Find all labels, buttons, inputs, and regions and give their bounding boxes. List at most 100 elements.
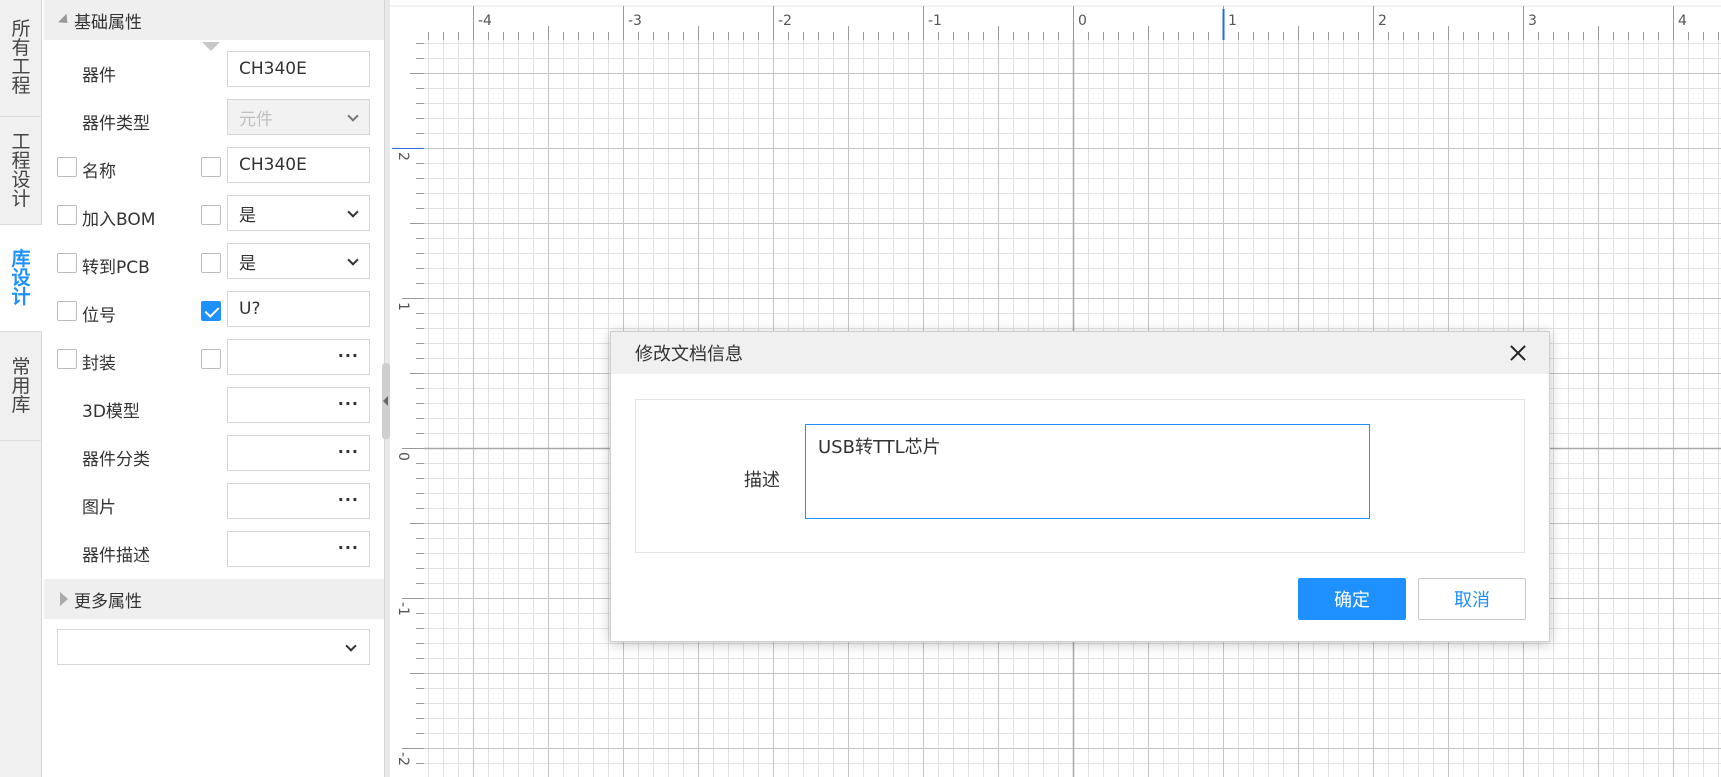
vtab-3[interactable]: 常用库 bbox=[0, 332, 42, 441]
more-properties-header[interactable]: 更多属性 bbox=[44, 579, 384, 619]
field-value: 是 bbox=[239, 205, 256, 226]
dialog-header[interactable]: 修改文档信息 bbox=[611, 332, 1549, 374]
row-checkbox[interactable] bbox=[57, 301, 77, 321]
property-label: 器件描述 bbox=[82, 546, 150, 566]
vtab-char: 程 bbox=[11, 149, 31, 172]
basic-properties-header[interactable]: 基础属性 bbox=[44, 0, 384, 40]
row-checkbox[interactable] bbox=[57, 157, 77, 177]
vtab-char: 计 bbox=[11, 187, 31, 210]
property-field[interactable]: ··· bbox=[227, 339, 370, 375]
property-label: 器件类型 bbox=[82, 114, 150, 134]
property-field[interactable]: CH340E bbox=[227, 147, 370, 183]
edit-document-info-dialog: 修改文档信息 描述 确定 取消 bbox=[610, 331, 1550, 642]
property-label: 转到PCB bbox=[82, 258, 150, 278]
row-checkbox[interactable] bbox=[57, 349, 77, 369]
ellipsis-icon[interactable]: ··· bbox=[338, 346, 359, 365]
vtab-0[interactable]: 所有工程 bbox=[0, 0, 42, 117]
property-label: 名称 bbox=[82, 162, 116, 182]
chevron-down-icon bbox=[345, 640, 357, 652]
vtab-1[interactable]: 工程设计 bbox=[0, 117, 42, 225]
ruler-label: 2 bbox=[1378, 13, 1387, 29]
ruler-label: -1 bbox=[395, 602, 411, 616]
property-field[interactable]: ··· bbox=[227, 531, 370, 567]
visibility-checkbox[interactable] bbox=[201, 205, 221, 225]
property-field[interactable]: ··· bbox=[227, 483, 370, 519]
ruler-label: -3 bbox=[628, 13, 642, 29]
chevron-down-icon bbox=[347, 206, 359, 218]
property-label: 加入BOM bbox=[82, 210, 156, 230]
property-row: 转到PCB 是 bbox=[42, 239, 384, 287]
ruler-label: 0 bbox=[1078, 13, 1087, 29]
ellipsis-icon[interactable]: ··· bbox=[338, 394, 359, 413]
ellipsis-icon[interactable]: ··· bbox=[338, 490, 359, 509]
property-label: 图片 bbox=[82, 498, 116, 518]
visibility-checkbox[interactable] bbox=[201, 253, 221, 273]
visibility-checkbox[interactable] bbox=[201, 301, 221, 321]
vertical-tab-strip: 所有工程工程设计库设计常用库 bbox=[0, 0, 42, 777]
field-value: CH340E bbox=[239, 155, 307, 175]
field-value: U? bbox=[239, 299, 261, 319]
property-field[interactable]: 是 bbox=[227, 243, 370, 279]
description-textarea[interactable] bbox=[805, 424, 1370, 519]
property-label: 3D模型 bbox=[82, 402, 140, 422]
bottom-select[interactable] bbox=[57, 629, 370, 665]
ruler-label: -2 bbox=[395, 752, 411, 766]
property-field[interactable]: U? bbox=[227, 291, 370, 327]
chevron-down-icon bbox=[347, 254, 359, 266]
field-value: CH340E bbox=[239, 59, 307, 79]
property-row: 封装 ··· bbox=[42, 335, 384, 383]
ruler-label: 2 bbox=[395, 152, 411, 161]
ruler-label: 1 bbox=[395, 302, 411, 311]
visibility-checkbox[interactable] bbox=[201, 349, 221, 369]
property-label: 器件 bbox=[82, 66, 116, 86]
dialog-title: 修改文档信息 bbox=[635, 344, 743, 365]
vtab-char: 程 bbox=[11, 75, 31, 97]
ruler-label: 4 bbox=[1678, 13, 1687, 29]
property-label: 器件分类 bbox=[82, 450, 150, 470]
vtab-char: 设 bbox=[11, 266, 31, 289]
vtab-char: 常 bbox=[11, 355, 31, 378]
more-properties-title: 更多属性 bbox=[74, 591, 142, 612]
property-row: 器件描述 ··· bbox=[42, 527, 384, 575]
vtab-2[interactable]: 库设计 bbox=[0, 225, 42, 332]
cancel-button[interactable]: 取消 bbox=[1418, 578, 1526, 620]
ruler-label: -4 bbox=[478, 13, 492, 29]
ruler-label: 1 bbox=[1228, 13, 1237, 29]
ruler-label: -2 bbox=[778, 13, 792, 29]
property-row: 器件类型 元件 bbox=[42, 95, 384, 143]
ellipsis-icon[interactable]: ··· bbox=[338, 538, 359, 557]
property-field: 元件 bbox=[227, 99, 370, 135]
property-field[interactable]: CH340E bbox=[227, 51, 370, 87]
property-label: 位号 bbox=[82, 306, 116, 326]
close-icon[interactable] bbox=[1507, 342, 1529, 364]
ruler-label: -1 bbox=[928, 13, 942, 29]
vtab-char: 设 bbox=[11, 168, 31, 191]
description-label: 描述 bbox=[744, 470, 780, 491]
field-value: 元件 bbox=[239, 109, 273, 130]
ruler-label: 3 bbox=[1528, 13, 1537, 29]
property-label: 封装 bbox=[82, 354, 116, 374]
property-row: 3D模型 ··· bbox=[42, 383, 384, 431]
visibility-checkbox[interactable] bbox=[201, 157, 221, 177]
property-field[interactable]: 是 bbox=[227, 195, 370, 231]
confirm-button[interactable]: 确定 bbox=[1298, 578, 1406, 620]
basic-properties-title: 基础属性 bbox=[74, 12, 142, 33]
dialog-form-box: 描述 bbox=[635, 399, 1525, 553]
property-row: 加入BOM 是 bbox=[42, 191, 384, 239]
property-row: 器件分类 ··· bbox=[42, 431, 384, 479]
row-checkbox[interactable] bbox=[57, 253, 77, 273]
property-row: 名称 CH340E bbox=[42, 143, 384, 191]
expand-triangle-icon bbox=[60, 592, 68, 606]
vtab-char: 工 bbox=[11, 130, 31, 153]
vtab-char: 库 bbox=[11, 247, 31, 270]
row-checkbox[interactable] bbox=[57, 205, 77, 225]
ellipsis-icon[interactable]: ··· bbox=[338, 442, 359, 461]
collapse-panel-handle[interactable] bbox=[382, 363, 390, 439]
property-panel: 基础属性 器件 CH340E 器件类型 元件 名称 CH340E 加入BOM 是转到PCB 是位… bbox=[42, 0, 384, 777]
ruler-label: 0 bbox=[395, 452, 411, 461]
vtab-char: 库 bbox=[11, 393, 31, 416]
chevron-down-icon bbox=[347, 110, 359, 122]
property-field[interactable]: ··· bbox=[227, 387, 370, 423]
property-field[interactable]: ··· bbox=[227, 435, 370, 471]
collapse-triangle-icon bbox=[58, 13, 72, 27]
